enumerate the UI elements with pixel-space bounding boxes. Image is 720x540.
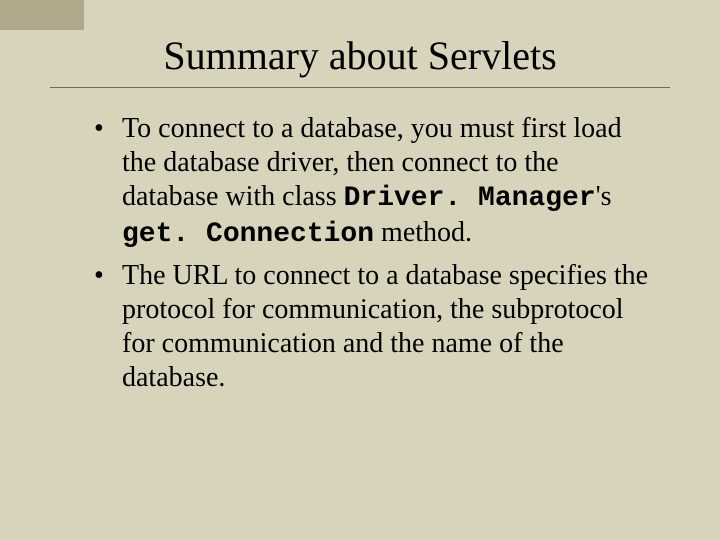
bullet-list: To connect to a database, you must first… (50, 112, 670, 395)
slide: Summary about Servlets To connect to a d… (0, 0, 720, 395)
list-item: The URL to connect to a database specifi… (94, 259, 650, 396)
slide-title: Summary about Servlets (50, 32, 670, 79)
bullet-text: The URL to connect to a database specifi… (122, 260, 648, 393)
title-rule (50, 87, 670, 88)
corner-tab (0, 0, 84, 30)
code-text: Driver. Manager (344, 183, 596, 214)
bullet-text: 's (596, 181, 612, 212)
list-item: To connect to a database, you must first… (94, 112, 650, 253)
bullet-text: method. (374, 217, 472, 248)
code-text: get. Connection (122, 219, 374, 250)
